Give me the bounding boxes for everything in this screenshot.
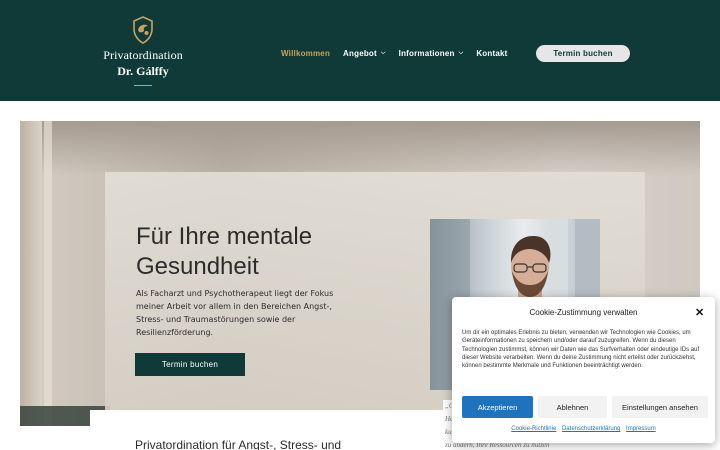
accept-button[interactable]: Akzeptieren xyxy=(462,396,533,418)
logo-text-primary: Privatordination xyxy=(103,48,183,62)
header-book-button[interactable]: Termin buchen xyxy=(536,45,630,62)
hero-description: Als Facharzt und Psychotherapeut liegt d… xyxy=(136,289,334,337)
hero-window-light xyxy=(44,121,52,426)
main-nav: Willkommen Angebot ⌵ Informationen ⌵ Kon… xyxy=(281,43,521,63)
hero-title: Für Ihre mentale Gesundheit xyxy=(136,223,313,280)
decline-button[interactable]: Ablehnen xyxy=(538,396,607,418)
cookie-title: Cookie-Zustimmung verwalten xyxy=(529,308,638,317)
site-logo[interactable]: Privatordination Dr. Gálffy xyxy=(100,14,186,86)
hero-window-frame xyxy=(20,121,42,426)
nav-item-willkommen[interactable]: Willkommen xyxy=(281,49,330,58)
nav-item-label: Willkommen xyxy=(281,48,331,58)
privacy-policy-link[interactable]: Datenschutzerklärung xyxy=(562,426,620,432)
site-header: Privatordination Dr. Gálffy Willkommen A… xyxy=(0,0,720,101)
logo-divider xyxy=(134,85,152,86)
cookie-links: Cookie-Richtlinie Datenschutzerklärung I… xyxy=(452,426,715,432)
imprint-link[interactable]: Impressum xyxy=(626,426,656,432)
cookie-consent-dialog: Cookie-Zustimmung verwalten ✕ Um dir ein… xyxy=(452,297,715,443)
logo-text-secondary: Dr. Gálffy xyxy=(117,64,169,78)
chevron-down-icon: ⌵ xyxy=(458,49,464,56)
nav-item-informationen[interactable]: Informationen ⌵ xyxy=(399,49,464,58)
nav-item-kontakt[interactable]: Kontakt xyxy=(476,49,507,58)
cookie-description: Um dir ein optimales Erlebnis zu bieten,… xyxy=(462,330,700,370)
nav-item-angebot[interactable]: Angebot ⌵ xyxy=(343,49,386,58)
crest-logo-icon xyxy=(133,16,153,44)
cookie-policy-link[interactable]: Cookie-Richtlinie xyxy=(511,426,556,432)
nav-item-label: Informationen xyxy=(398,48,455,58)
nav-item-label: Kontakt xyxy=(476,48,508,58)
section-title: Privatordination für Angst-, Stress- und xyxy=(135,438,342,450)
chevron-down-icon: ⌵ xyxy=(380,49,386,56)
hero-book-button[interactable]: Termin buchen xyxy=(135,353,245,376)
nav-item-label: Angebot xyxy=(343,48,377,58)
view-settings-button[interactable]: Einstellungen ansehen xyxy=(612,396,708,418)
hero-ceiling-shade xyxy=(20,121,700,176)
close-icon[interactable]: ✕ xyxy=(695,306,704,319)
